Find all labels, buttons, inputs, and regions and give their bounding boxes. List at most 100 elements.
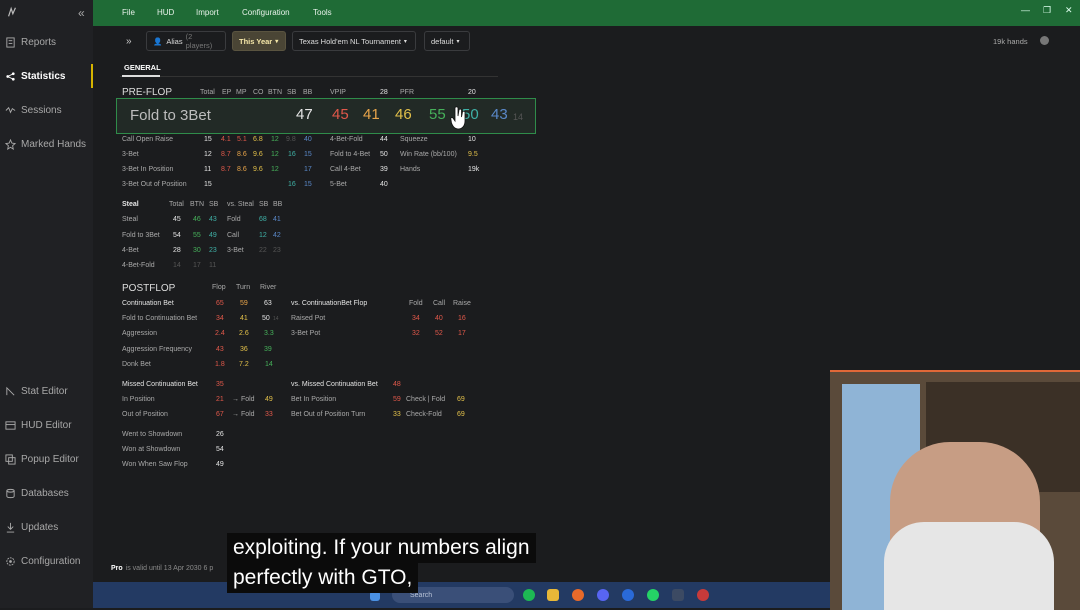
stat-value: 68 (259, 216, 267, 223)
stat-label: → Fold (232, 411, 255, 418)
stat-value: 7.2 (239, 361, 249, 368)
stat-label: Fold to 4-Bet (330, 151, 371, 158)
sidebar-item-databases[interactable]: Databases (5, 488, 69, 499)
stat-value: 15 (204, 136, 212, 143)
maximize-icon[interactable]: ❐ (1043, 5, 1051, 16)
stat-value: 9.6 (253, 151, 263, 158)
menu-import[interactable]: Import (196, 8, 219, 17)
menu-file[interactable]: File (122, 8, 135, 17)
sidebar-item-hud-editor[interactable]: HUD Editor (5, 420, 72, 431)
stat-value: 50 (380, 151, 388, 158)
sidebar-item-configuration[interactable]: Configuration (5, 556, 80, 567)
stat-label: Went to Showdown (122, 431, 183, 438)
stat-value: 9.5 (468, 151, 478, 158)
sidebar-item-marked-hands[interactable]: Marked Hands (5, 139, 86, 150)
stat-label: Bet In Position (291, 396, 337, 403)
stat-label: Check | Fold (406, 396, 446, 403)
chevron-down-icon: ▾ (456, 38, 460, 45)
game-type-dropdown[interactable]: Texas Hold'em NL Tournament ▾ (292, 31, 416, 51)
sidebar-item-updates[interactable]: Updates (5, 522, 58, 533)
gear-icon (6, 557, 15, 566)
firefox-icon[interactable] (572, 589, 584, 601)
hud-editor-icon (5, 421, 16, 430)
stat-label: Steal (122, 216, 138, 223)
stat-value: 9.8 (286, 136, 296, 143)
whatsapp-icon[interactable] (647, 589, 659, 601)
user-icon: 👤 (153, 36, 163, 46)
stat-value: 4.1 (221, 136, 231, 143)
stat-value: 21 (216, 396, 224, 403)
menu-hud[interactable]: HUD (157, 8, 174, 17)
collapse-sidebar-icon[interactable]: « (78, 6, 85, 20)
expand-filters-icon[interactable]: » (126, 36, 132, 47)
sidebar-item-label: HUD Editor (21, 420, 72, 431)
stat-label: Missed Continuation Bet (122, 381, 198, 388)
col-header: Fold (409, 300, 423, 307)
download-icon (6, 522, 15, 533)
stat-value: 15 (304, 151, 312, 158)
discord-icon[interactable] (597, 589, 609, 601)
stat-value: 43 (209, 216, 217, 223)
edge-icon[interactable] (622, 589, 634, 601)
stat-label: 3-Bet (227, 247, 244, 254)
stat-value: 69 (457, 396, 465, 403)
stat-value: 55 (193, 232, 201, 239)
stat-value: 39 (264, 346, 272, 353)
close-icon[interactable]: ✕ (1065, 5, 1073, 16)
col-header: BB (303, 89, 313, 96)
menu-tools[interactable]: Tools (313, 8, 332, 17)
stat-value: 30 (193, 247, 201, 254)
stat-value: 14 (173, 262, 181, 269)
highlighted-stat-value: 45 (332, 106, 349, 123)
menu-configuration[interactable]: Configuration (242, 8, 290, 17)
stat-value: 8.6 (237, 166, 247, 173)
col-header: vs. Steal (227, 201, 254, 208)
sidebar: « Reports Statistics Sessions Marked Han… (0, 0, 93, 608)
stat-value: 59 (240, 300, 248, 307)
stat-value: 41 (240, 315, 248, 322)
app-logo-icon (6, 6, 20, 20)
col-header: Raise (453, 300, 471, 307)
sidebar-item-label: Popup Editor (21, 454, 79, 465)
stat-value: 49 (209, 232, 217, 239)
tab-general[interactable]: GENERAL (124, 63, 161, 72)
app-taskbar-icon[interactable] (672, 589, 684, 601)
stat-label: Check-Fold (406, 411, 442, 418)
stat-value: 5.1 (237, 136, 247, 143)
sidebar-item-sessions[interactable]: Sessions (5, 105, 62, 116)
col-header: Total (169, 201, 184, 208)
postflop-title: POSTFLOP (122, 283, 176, 294)
stat-value: 12 (204, 151, 212, 158)
file-explorer-icon[interactable] (547, 589, 559, 601)
minimize-icon[interactable]: — (1021, 5, 1030, 15)
stat-label: Out of Position (122, 411, 168, 418)
tab-underline (122, 75, 160, 77)
col-header: River (260, 284, 277, 291)
stat-value: 2.6 (239, 330, 249, 337)
preset-dropdown[interactable]: default ▾ (424, 31, 470, 51)
vpip-value: 28 (380, 89, 388, 96)
stat-value: 69 (457, 411, 465, 418)
stat-value: 10 (468, 136, 476, 143)
reports-icon (6, 37, 15, 48)
sessions-icon (5, 106, 16, 114)
highlighted-stat-value: 46 (395, 106, 412, 123)
sidebar-item-label: Marked Hands (21, 139, 87, 150)
sidebar-item-reports[interactable]: Reports (5, 37, 56, 48)
sidebar-item-statistics[interactable]: Statistics (5, 71, 65, 82)
sidebar-item-label: Sessions (21, 105, 62, 116)
stat-value: 40 (380, 181, 388, 188)
video-subtitle: exploiting. If your numbers align perfec… (227, 533, 536, 593)
stat-value: 2.4 (215, 330, 225, 337)
stat-value: 45 (173, 216, 181, 223)
chevron-down-icon: ▾ (275, 38, 279, 45)
stat-label: Call Open Raise (122, 136, 173, 143)
stat-value: 15 (204, 181, 212, 188)
sidebar-item-popup-editor[interactable]: Popup Editor (5, 454, 79, 465)
alias-selector[interactable]: 👤 Alias (2 players) (146, 31, 226, 51)
poker-client-icon[interactable] (697, 589, 709, 601)
period-dropdown[interactable]: This Year ▾ (232, 31, 286, 51)
stat-value: 6.8 (253, 136, 263, 143)
settings-icon[interactable] (1040, 36, 1049, 45)
sidebar-item-stat-editor[interactable]: Stat Editor (5, 386, 68, 397)
